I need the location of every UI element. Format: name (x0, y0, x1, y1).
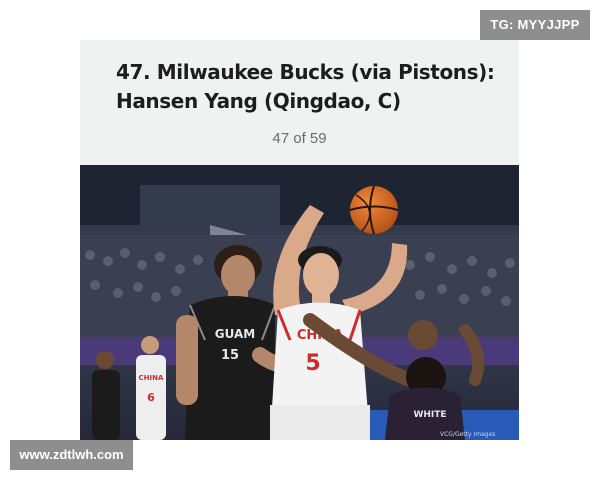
svg-text:6: 6 (147, 391, 155, 404)
svg-text:WHITE: WHITE (413, 410, 446, 420)
photo-credit: VCG/Getty Images (440, 431, 495, 438)
basketball-photo-illustration: CHINA 6 GUAM 15 CHINA 5 WHITE VCG/Getty … (80, 165, 519, 440)
watermark-bottom: www.zdtlwh.com (10, 440, 133, 470)
svg-text:15: 15 (221, 348, 239, 363)
watermark-top: TG: MYYJJPP (480, 10, 590, 40)
slide-counter: 47 of 59 (272, 130, 327, 147)
slide-photo[interactable]: CHINA 6 GUAM 15 CHINA 5 WHITE VCG/Getty … (80, 165, 519, 440)
basketball-icon (349, 185, 399, 235)
svg-text:GUAM: GUAM (215, 327, 255, 341)
slide-header: 47. Milwaukee Bucks (via Pistons): Hanse… (80, 40, 519, 165)
svg-text:CHINA: CHINA (139, 374, 164, 382)
slide-headline: 47. Milwaukee Bucks (via Pistons): Hanse… (116, 60, 495, 113)
svg-text:5: 5 (305, 351, 320, 376)
